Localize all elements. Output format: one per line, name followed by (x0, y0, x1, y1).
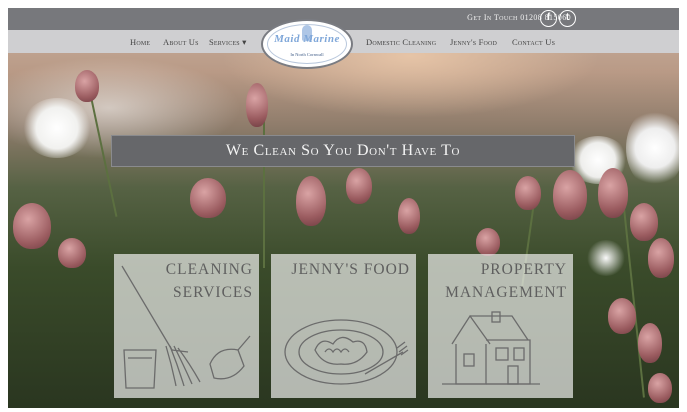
card-title-line: Property (480, 261, 567, 278)
nav-jennys-food[interactable]: Jenny's Food (450, 37, 497, 47)
card-cleaning-services[interactable]: Cleaning Services (114, 254, 259, 398)
hero-tagline: We Clean So You Don't Have To (111, 135, 575, 167)
flower-bud (13, 203, 51, 249)
logo-name: Maid Marine (274, 33, 340, 45)
white-flower (22, 98, 92, 158)
flower-bud (58, 238, 86, 268)
card-title: Property Management (445, 258, 567, 304)
flower-bud (190, 178, 226, 218)
card-title-line: Cleaning (165, 261, 253, 278)
card-title: Cleaning Services (166, 258, 253, 304)
card-jennys-food[interactable]: Jenny's Food (271, 254, 416, 398)
card-title: Jenny's Food (291, 258, 410, 281)
flower-bud (75, 70, 99, 102)
nav-contact[interactable]: Contact Us (512, 37, 555, 47)
flower-bud (398, 198, 420, 234)
card-title-line: Services (173, 284, 253, 301)
twitter-icon[interactable]: t (559, 10, 576, 27)
nav-about[interactable]: About Us (163, 37, 199, 47)
page-frame: Get In Touch 01208 815060 f t Home About… (8, 8, 679, 408)
flower-bud (638, 323, 662, 363)
card-property-management[interactable]: Property Management (428, 254, 573, 398)
white-flower (626, 108, 679, 188)
flower-bud (296, 176, 326, 226)
flower-bud (246, 83, 268, 127)
flower-bud (515, 176, 541, 210)
flower-bud (608, 298, 636, 334)
flower-bud (598, 168, 628, 218)
logo-subtitle: In North Cornwall (290, 52, 324, 57)
flower-bud (346, 168, 372, 204)
flower-bud (648, 238, 674, 278)
nav-domestic-cleaning[interactable]: Domestic Cleaning (366, 37, 436, 47)
card-title-line: Management (445, 284, 567, 301)
site-logo[interactable]: Maid Marine In North Cornwall (261, 19, 353, 69)
top-bar: Get In Touch 01208 815060 f t (8, 8, 679, 30)
nav-home[interactable]: Home (130, 37, 150, 47)
flower-bud (553, 170, 587, 220)
white-flower (586, 240, 626, 276)
flower-bud (648, 373, 672, 403)
flower-bud (630, 203, 658, 241)
nav-services[interactable]: Services ▾ (209, 37, 247, 48)
card-title-line: Jenny's Food (291, 261, 410, 278)
facebook-icon[interactable]: f (540, 10, 557, 27)
flower-bud (476, 228, 500, 256)
